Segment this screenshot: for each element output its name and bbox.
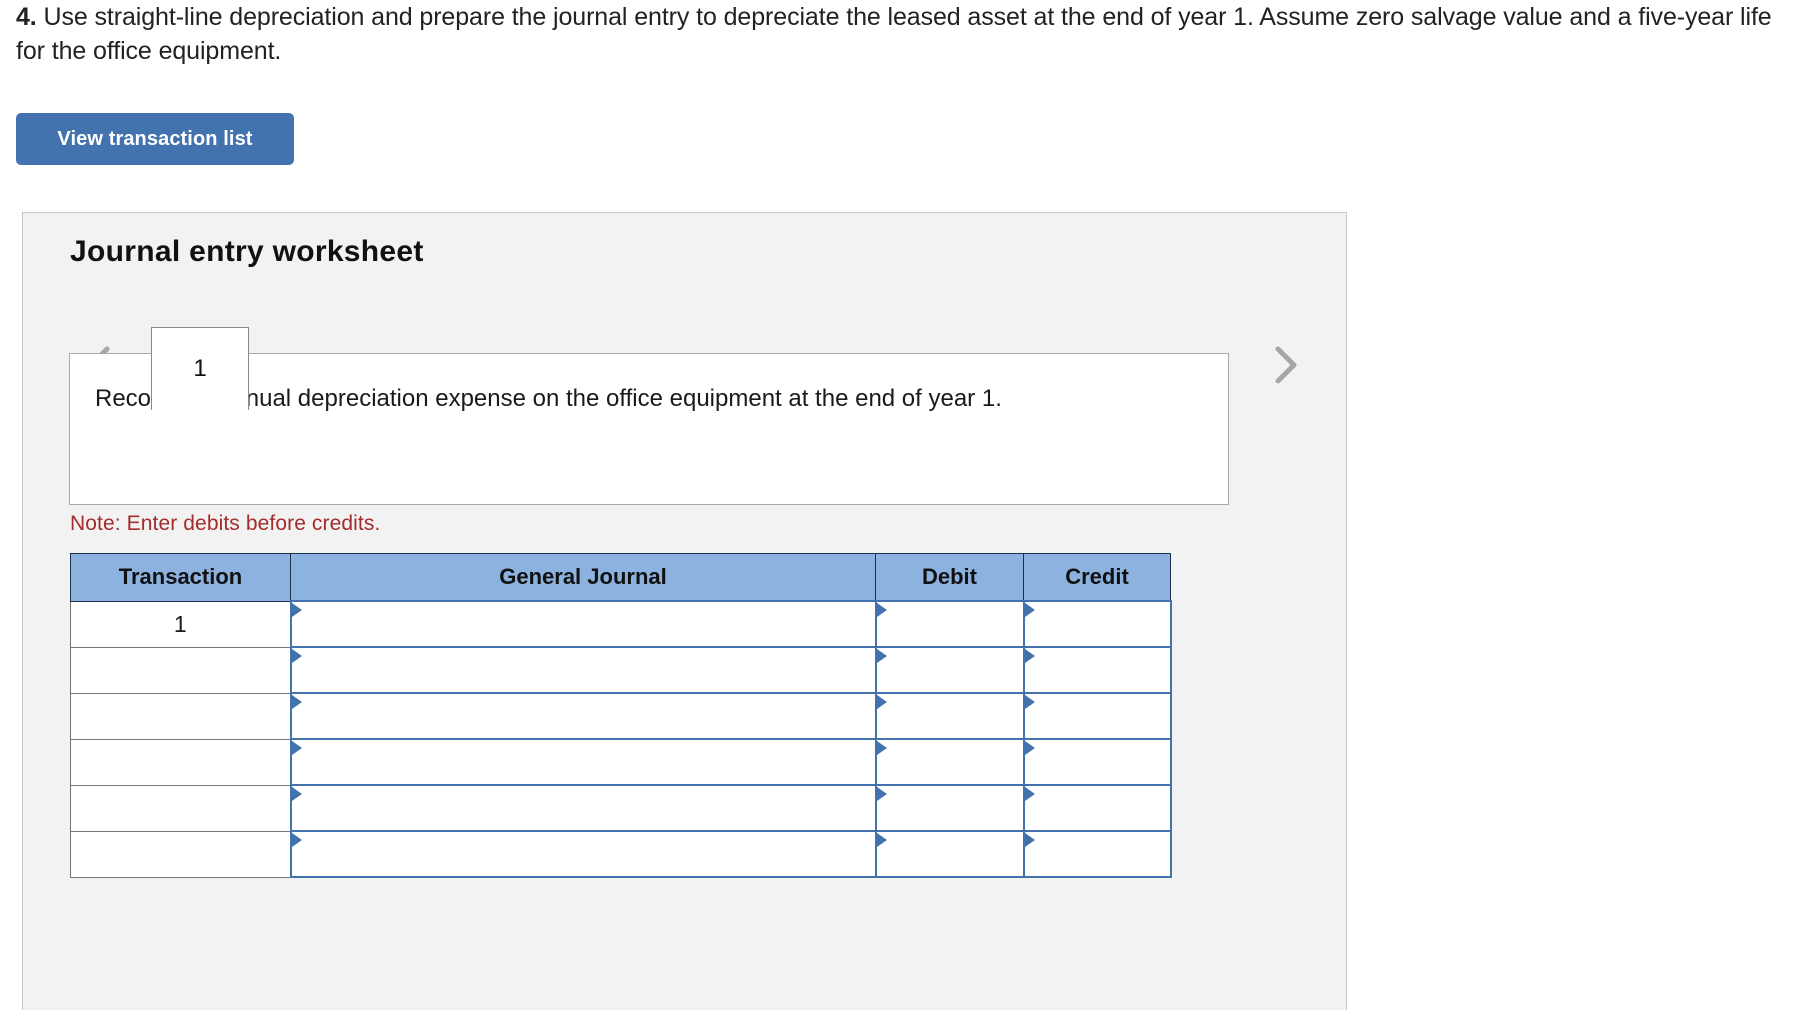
question-prompt: 4. Use straight-line depreciation and pr… — [16, 0, 1776, 68]
worksheet-tab-1[interactable]: 1 — [151, 327, 249, 410]
credit-input[interactable] — [1024, 648, 1170, 692]
credit-cell[interactable] — [1022, 646, 1172, 694]
credit-cell[interactable] — [1022, 830, 1172, 878]
column-header-credit: Credit — [1023, 553, 1171, 602]
worksheet-tab-label: 1 — [193, 355, 207, 382]
table-row — [70, 738, 1172, 786]
credit-input[interactable] — [1024, 740, 1170, 784]
credit-input[interactable] — [1024, 694, 1170, 738]
table-row: 1 — [70, 600, 1172, 648]
table-row — [70, 646, 1172, 694]
column-header-debit: Debit — [875, 553, 1024, 602]
general-journal-cell[interactable] — [289, 830, 877, 878]
transaction-description-text: Record the annual depreciation expense o… — [95, 385, 1002, 412]
debit-cell[interactable] — [874, 646, 1025, 694]
debit-input[interactable] — [876, 602, 1023, 646]
general-journal-cell[interactable] — [289, 646, 877, 694]
debit-cell[interactable] — [874, 692, 1025, 740]
debit-cell[interactable] — [874, 784, 1025, 832]
debit-cell[interactable] — [874, 830, 1025, 878]
debits-before-credits-note: Note: Enter debits before credits. — [70, 512, 381, 535]
transaction-number-cell — [70, 692, 291, 740]
column-header-transaction: Transaction — [70, 553, 291, 602]
view-transaction-list-button[interactable]: View transaction list — [16, 113, 294, 165]
general-journal-input[interactable] — [291, 832, 875, 876]
debit-input[interactable] — [876, 786, 1023, 830]
table-row — [70, 830, 1172, 878]
general-journal-input[interactable] — [291, 694, 875, 738]
question-text: Use straight-line depreciation and prepa… — [16, 3, 1772, 65]
debit-input[interactable] — [876, 694, 1023, 738]
transaction-number-cell: 1 — [70, 600, 291, 648]
general-journal-cell[interactable] — [289, 738, 877, 786]
credit-input[interactable] — [1024, 832, 1170, 876]
transaction-number-cell — [70, 738, 291, 786]
column-header-general-journal: General Journal — [290, 553, 876, 602]
general-journal-cell[interactable] — [289, 784, 877, 832]
credit-cell[interactable] — [1022, 600, 1172, 648]
transaction-number-cell — [70, 784, 291, 832]
table-header-row: Transaction General Journal Debit Credit — [70, 553, 1171, 602]
credit-cell[interactable] — [1022, 738, 1172, 786]
general-journal-input[interactable] — [291, 602, 875, 646]
debit-cell[interactable] — [874, 600, 1025, 648]
general-journal-input[interactable] — [291, 786, 875, 830]
debit-input[interactable] — [876, 832, 1023, 876]
general-journal-cell[interactable] — [289, 600, 877, 648]
table-row — [70, 784, 1172, 832]
credit-input[interactable] — [1024, 602, 1170, 646]
panel-title: Journal entry worksheet — [70, 235, 424, 268]
credit-cell[interactable] — [1022, 784, 1172, 832]
debit-cell[interactable] — [874, 738, 1025, 786]
transaction-number-cell — [70, 830, 291, 878]
debit-input[interactable] — [876, 648, 1023, 692]
question-number: 4. — [16, 3, 37, 31]
credit-input[interactable] — [1024, 786, 1170, 830]
credit-cell[interactable] — [1022, 692, 1172, 740]
journal-entry-worksheet-panel: Journal entry worksheet 1 Record the ann… — [22, 212, 1347, 1010]
chevron-right-icon[interactable] — [1266, 341, 1304, 389]
general-journal-input[interactable] — [291, 740, 875, 784]
transaction-number-cell — [70, 646, 291, 694]
debit-input[interactable] — [876, 740, 1023, 784]
general-journal-cell[interactable] — [289, 692, 877, 740]
table-row — [70, 692, 1172, 740]
general-journal-input[interactable] — [291, 648, 875, 692]
journal-entry-table: Transaction General Journal Debit Credit… — [70, 553, 1172, 878]
